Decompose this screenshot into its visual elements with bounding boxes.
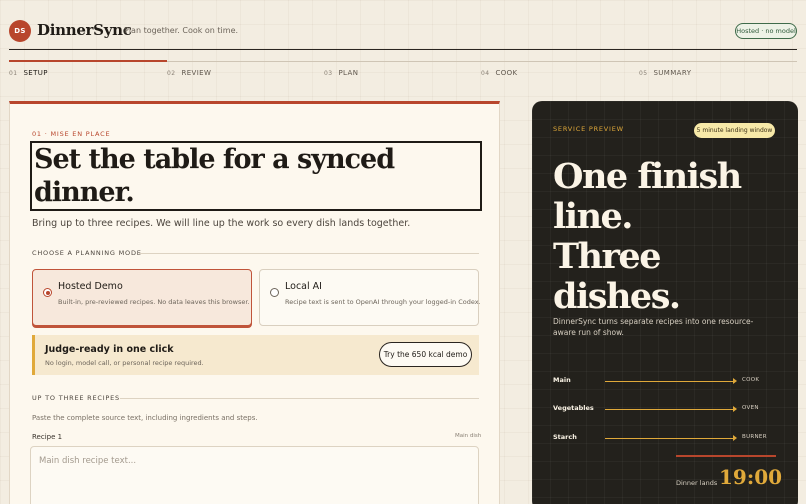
arrow-right-icon — [733, 435, 737, 441]
track-resource: OVEN — [742, 405, 759, 411]
preview-headline-line: dishes. — [553, 276, 681, 317]
setup-card: 01 · Mise en place Set the table for a s… — [9, 101, 500, 504]
tagline: Plan together. Cook on time. — [124, 26, 239, 35]
preview-headline-line: line. — [553, 196, 634, 237]
step-label: Plan — [338, 69, 359, 77]
track-line — [605, 438, 735, 439]
status-badge: Hosted · no model — [735, 23, 797, 39]
page-subtitle: Bring up to three recipes. We will line … — [32, 218, 411, 229]
step-label: Cook — [495, 69, 518, 77]
track-resource: COOK — [742, 377, 760, 383]
arrow-right-icon — [733, 378, 737, 384]
arrow-right-icon — [733, 406, 737, 412]
logo-badge: DS — [9, 20, 31, 42]
step-label: Summary — [653, 69, 692, 77]
track-name: Main — [553, 376, 571, 384]
app-header: DS DinnerSync Plan together. Cook on tim… — [0, 0, 806, 52]
mode-title: Local AI — [285, 281, 322, 292]
dinner-lands-label: Dinner lands — [676, 479, 718, 487]
judge-title: Judge-ready in one click — [45, 344, 174, 355]
track-line — [605, 409, 735, 410]
section-eyebrow: 01 · Mise en place — [32, 130, 111, 138]
preview-headline-line: Three — [553, 236, 661, 277]
timeline-track-main: Main COOK — [553, 376, 777, 388]
radio-button[interactable] — [270, 288, 279, 297]
landing-window-badge: 5 minute landing window — [694, 123, 775, 138]
paste-hint: Paste the complete source text, includin… — [32, 414, 258, 422]
mode-description: Built-in, pre-reviewed recipes. No data … — [58, 298, 250, 306]
step-label: Review — [181, 69, 212, 77]
step-progress: 01 Setup 02 Review 03 Plan 04 Cook 05 Summary — [9, 60, 797, 82]
recipes-section-label: Up to three recipes — [32, 394, 120, 402]
step-number: 03 — [324, 70, 333, 77]
step-setup[interactable]: 01 Setup — [9, 69, 48, 77]
finish-line — [676, 455, 776, 457]
step-plan[interactable]: 03 Plan — [324, 69, 358, 77]
dinner-time: 19:00 — [719, 465, 783, 489]
step-cook[interactable]: 04 Cook — [481, 69, 518, 77]
recipe-1-tag: Main dish — [455, 433, 482, 439]
header-divider — [9, 49, 797, 50]
try-demo-button[interactable]: Try the 650 kcal demo — [379, 342, 472, 367]
preview-label: Service preview — [553, 125, 624, 133]
judge-callout: Judge-ready in one click No login, model… — [32, 335, 479, 375]
timeline-track-vegetables: Vegetables OVEN — [553, 404, 777, 416]
recipe-1-label: Recipe 1 — [32, 433, 63, 441]
step-review[interactable]: 02 Review — [167, 69, 211, 77]
mode-option-hosted-demo[interactable]: Hosted Demo Built-in, pre-reviewed recip… — [32, 269, 252, 326]
section-divider — [139, 253, 479, 254]
track-line — [605, 381, 735, 382]
step-label: Setup — [23, 69, 48, 77]
service-preview-panel: Service preview 5 minute landing window … — [532, 101, 798, 504]
brand-name: DinnerSync — [37, 21, 132, 39]
preview-description: DinnerSync turns separate recipes into o… — [553, 317, 754, 337]
step-summary[interactable]: 05 Summary — [639, 69, 691, 77]
timeline-track-starch: Starch BURNER — [553, 433, 777, 445]
judge-description: No login, model call, or personal recipe… — [45, 359, 204, 367]
step-progress-fill — [9, 60, 167, 62]
track-resource: BURNER — [742, 434, 767, 440]
mode-option-local-ai[interactable]: Local AI Recipe text is sent to OpenAI t… — [259, 269, 481, 326]
step-number: 05 — [639, 70, 648, 77]
preview-headline-line: One finish — [553, 156, 742, 197]
mode-description: Recipe text is sent to OpenAI through yo… — [285, 298, 481, 306]
page-title: Set the table for a synced dinner. — [34, 144, 395, 208]
section-divider — [120, 398, 479, 399]
step-number: 01 — [9, 70, 18, 77]
headline-frame: Set the table for a synced dinner. — [30, 141, 482, 211]
step-number: 04 — [481, 70, 490, 77]
mode-title: Hosted Demo — [58, 281, 123, 292]
track-name: Vegetables — [553, 404, 594, 412]
step-number: 02 — [167, 70, 176, 77]
track-name: Starch — [553, 433, 577, 441]
recipe-1-input[interactable] — [30, 446, 479, 504]
radio-button[interactable] — [43, 288, 52, 297]
mode-section-label: Choose a planning mode — [32, 249, 142, 257]
